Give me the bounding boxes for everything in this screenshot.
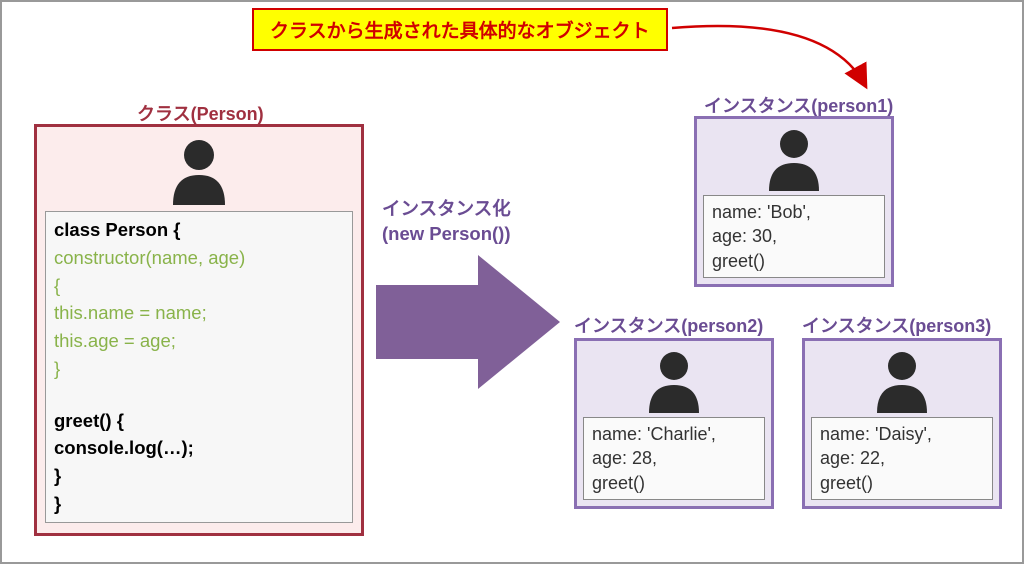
instance-box-2: name: 'Charlie', age: 28, greet() [574, 338, 774, 509]
instance-label-3: インスタンス(person3) [802, 312, 991, 338]
diagram-canvas: クラスから生成された具体的なオブジェクト クラス(Person) class P… [0, 0, 1024, 564]
code-line: } [54, 490, 344, 518]
arrow-label: インスタンス化 (new Person()) [382, 197, 511, 247]
code-line: greet() [820, 471, 984, 495]
person-icon [638, 345, 710, 417]
person-icon [866, 345, 938, 417]
instantiate-arrow-icon [368, 247, 568, 397]
code-line: { [54, 272, 344, 300]
class-box: class Person { constructor(name, age) { … [34, 124, 364, 536]
arrow-label-1: インスタンス化 [382, 197, 511, 222]
instance-code-2: name: 'Charlie', age: 28, greet() [583, 417, 765, 500]
code-line: name: 'Charlie', [592, 422, 756, 446]
person-icon [161, 133, 237, 209]
code-line: console.log(…); [54, 434, 344, 462]
code-line: greet() [592, 471, 756, 495]
header-text: クラスから生成された具体的なオブジェクト [270, 21, 650, 42]
code-line: constructor(name, age) [54, 244, 344, 272]
code-line: age: 22, [820, 446, 984, 470]
header-callout: クラスから生成された具体的なオブジェクト [252, 8, 668, 51]
code-line [54, 383, 344, 407]
code-line: class Person { [54, 216, 344, 244]
code-line: name: 'Bob', [712, 200, 876, 224]
instance-box-3: name: 'Daisy', age: 22, greet() [802, 338, 1002, 509]
code-line: this.age = age; [54, 327, 344, 355]
instance-code-3: name: 'Daisy', age: 22, greet() [811, 417, 993, 500]
code-line: } [54, 355, 344, 383]
instance-label-1: インスタンス(person1) [704, 92, 893, 118]
code-line: name: 'Daisy', [820, 422, 984, 446]
instance-label-2: インスタンス(person2) [574, 312, 763, 338]
code-line: this.name = name; [54, 299, 344, 327]
code-line: greet() [712, 249, 876, 273]
code-line: age: 28, [592, 446, 756, 470]
code-line: } [54, 462, 344, 490]
code-line: greet() { [54, 407, 344, 435]
arrow-label-2: (new Person()) [382, 222, 511, 247]
class-label: クラス(Person) [137, 100, 264, 126]
class-code: class Person { constructor(name, age) { … [45, 211, 353, 523]
code-line: age: 30, [712, 224, 876, 248]
instance-code-1: name: 'Bob', age: 30, greet() [703, 195, 885, 278]
person-icon [758, 123, 830, 195]
instance-box-1: name: 'Bob', age: 30, greet() [694, 116, 894, 287]
